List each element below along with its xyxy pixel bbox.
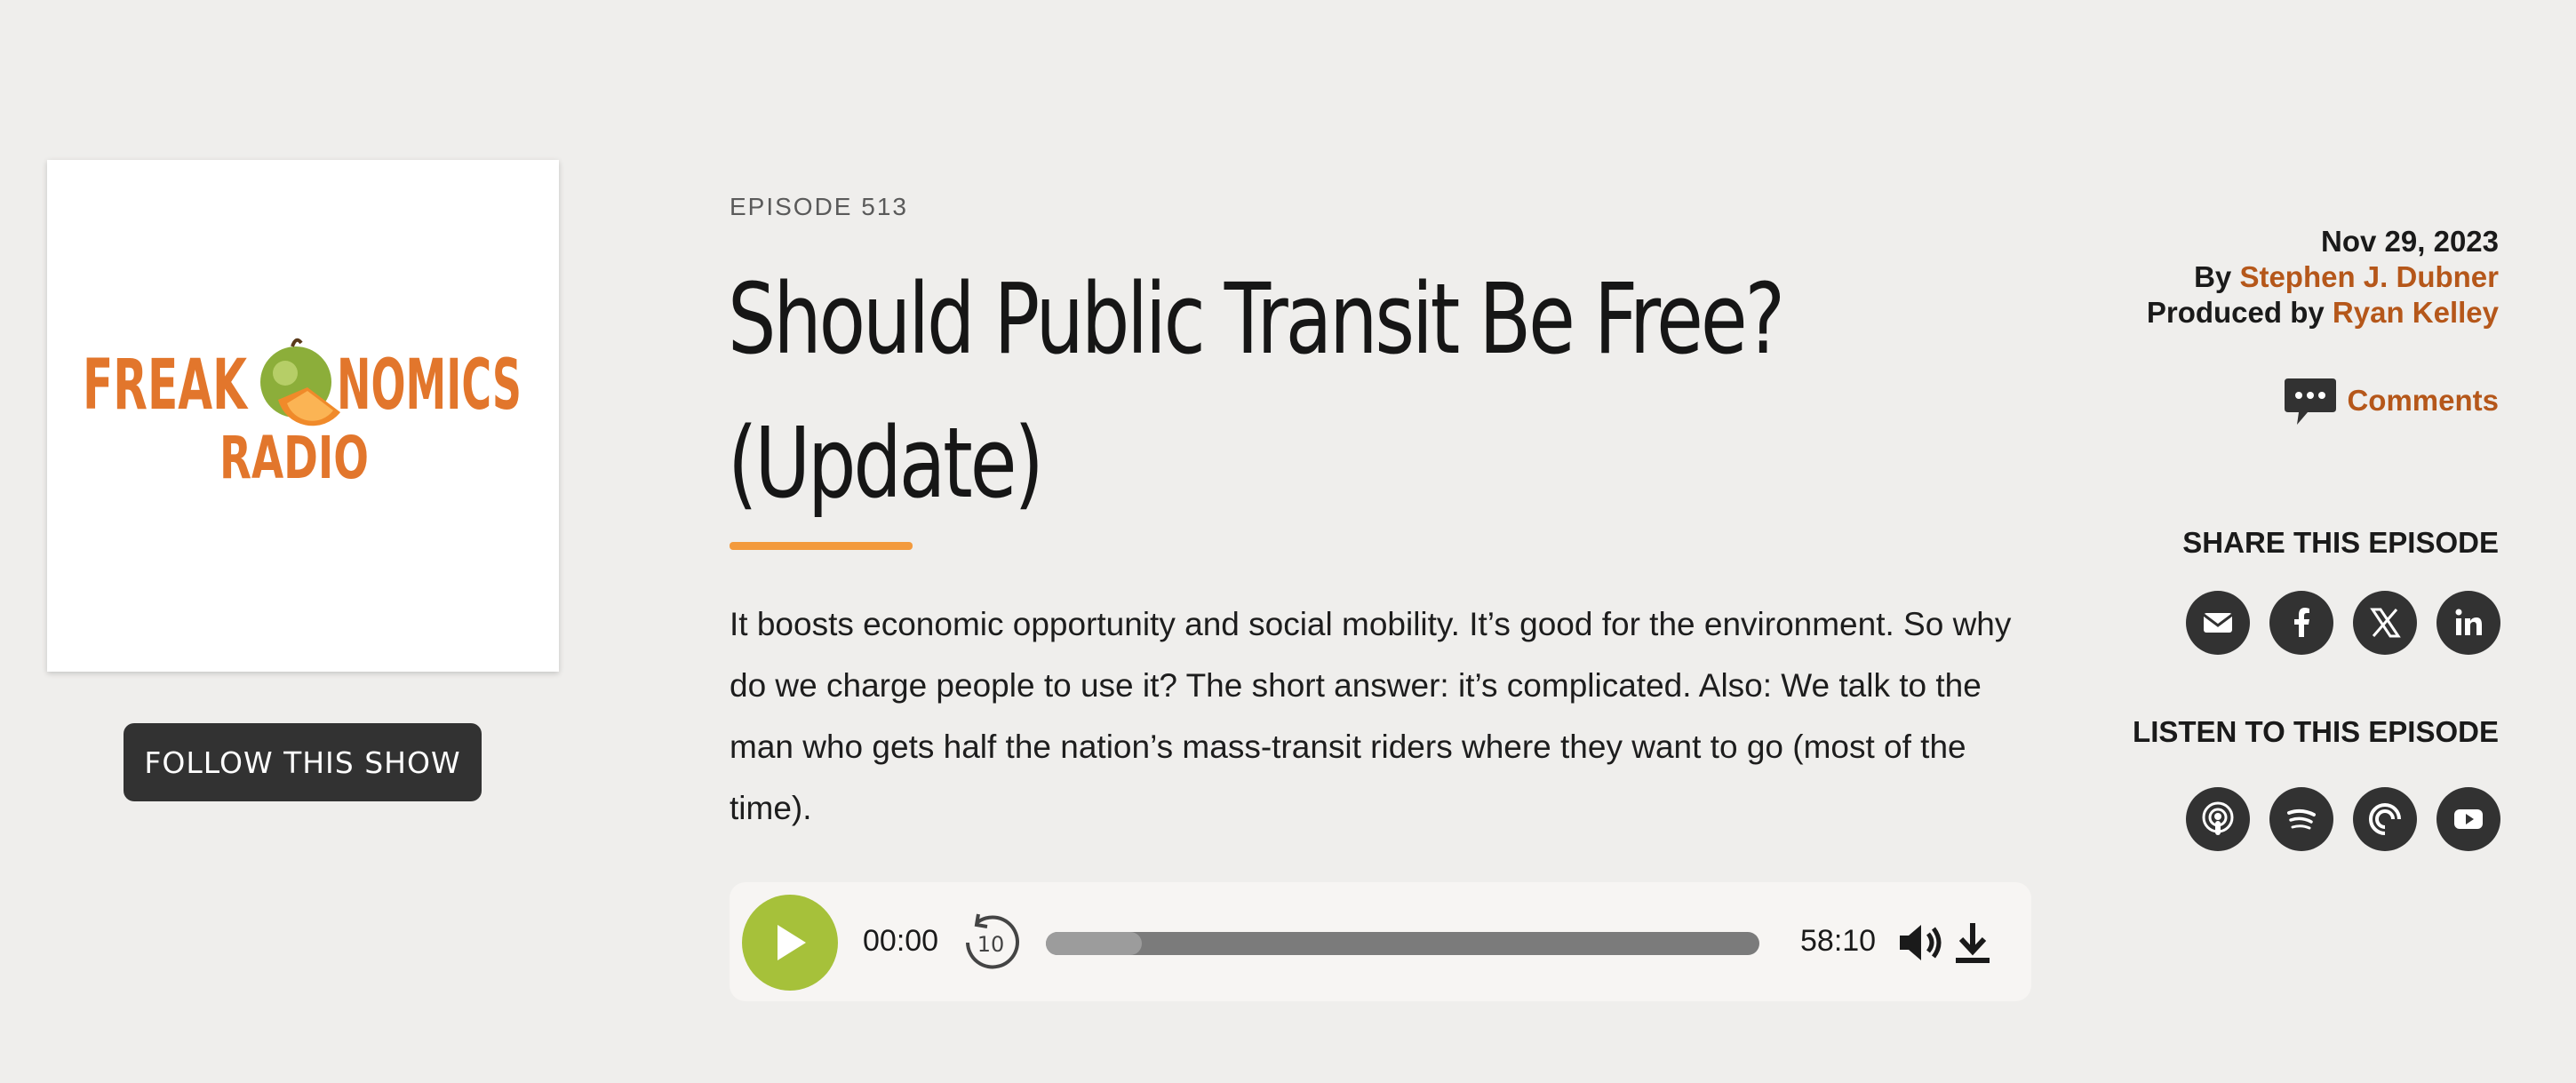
spotify-icon [2287,808,2316,830]
episode-title: Should Public Transit Be Free? (Update) [728,247,1785,535]
comment-bubble-icon [2285,378,2337,425]
follow-show-button[interactable]: FOLLOW THIS SHOW [124,723,482,801]
listen-heading: LISTEN TO THIS EPISODE [2133,715,2499,748]
share-heading: SHARE THIS EPISODE [2182,526,2499,559]
episode-date: Nov 29, 2023 [2321,225,2499,258]
volume-button[interactable] [1896,918,1946,968]
freakonomics-radio-logo: FREAK NOMICS RADIO [83,338,522,492]
play-button[interactable] [742,895,838,991]
youtube-icon [2454,809,2483,829]
episode-description: It boosts economic opportunity and socia… [730,606,2012,826]
download-button[interactable] [1950,918,1995,968]
share-facebook-button[interactable] [2269,591,2333,655]
logo-text-nomics: NOMICS [337,346,522,426]
pocket-casts-icon [2369,803,2401,835]
share-x-button[interactable] [2353,591,2417,655]
facebook-icon [2294,608,2309,637]
rewind-seconds: 10 [977,932,1005,957]
x-icon [2370,608,2401,638]
play-icon [778,925,806,960]
author-link[interactable]: Stephen J. Dubner [2239,260,2499,293]
logo-text-freak: FREAK [83,346,249,426]
apple-podcasts-icon [2202,801,2234,835]
producer-line: Produced by Ryan Kelley [2147,295,2499,330]
comments-link[interactable]: Comments [2283,373,2499,428]
current-time: 00:00 [863,924,939,958]
show-cover-art[interactable]: FREAK NOMICS RADIO [47,160,559,672]
spotify-button[interactable] [2269,787,2333,851]
comments-label: Comments [2347,384,2499,417]
pocket-casts-button[interactable] [2353,787,2417,851]
episode-title-line-1: Should Public Transit Be Free? [728,262,1785,376]
byline: By Stephen J. Dubner [2147,259,2499,295]
download-icon [1956,923,1990,963]
youtube-button[interactable] [2436,787,2500,851]
listen-icons [2186,787,2500,851]
share-icons [2186,591,2500,655]
rewind-10-button[interactable]: 10 [959,911,1023,975]
produced-by-label: Produced by [2146,296,2325,329]
progress-bar-fill [1046,932,1143,955]
audio-player: 00:00 10 58:10 [730,882,2031,1001]
rewind-icon: 10 [966,913,1019,969]
episode-title-line-2: (Update) [728,406,1044,520]
episode-meta: Nov 29, 2023 By Stephen J. Dubner Produc… [2147,224,2499,330]
progress-bar[interactable] [1046,932,1759,955]
email-icon [2203,613,2233,633]
apple-podcasts-button[interactable] [2186,787,2250,851]
linkedin-icon [2455,609,2482,635]
share-linkedin-button[interactable] [2436,591,2500,655]
share-email-button[interactable] [2186,591,2250,655]
speaker-icon [1900,925,1942,960]
title-accent-divider [730,542,913,550]
total-time: 58:10 [1800,924,1877,958]
episode-number: EPISODE 513 [730,193,908,220]
by-label: By [2194,260,2232,293]
logo-text-radio: RADIO [219,424,369,492]
producer-link[interactable]: Ryan Kelley [2333,296,2499,329]
